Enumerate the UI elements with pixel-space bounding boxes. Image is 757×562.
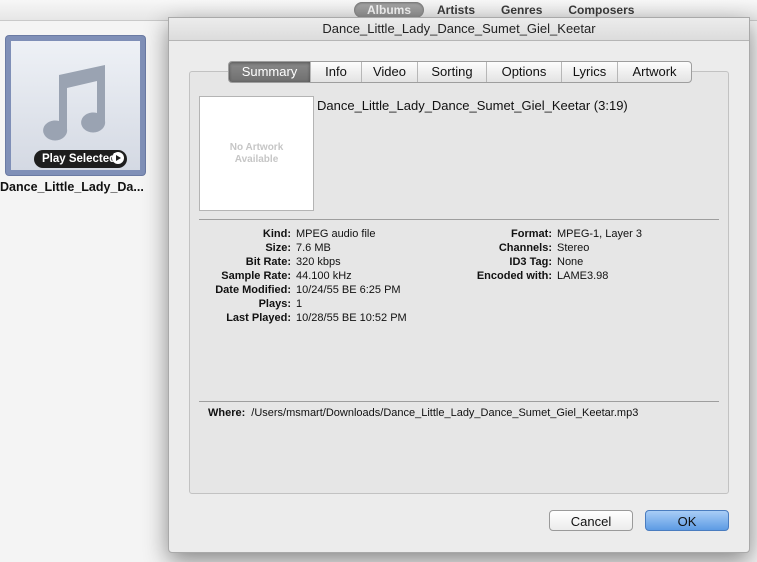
- tab-options[interactable]: Options: [486, 62, 561, 82]
- info-value: 320 kbps: [296, 256, 341, 268]
- play-selected-label: Play Selected: [42, 153, 117, 165]
- info-key: Bit Rate:: [245, 256, 291, 268]
- info-row: Size: 7.6 MB: [199, 241, 407, 255]
- info-row: Plays: 1: [199, 297, 407, 311]
- info-row: ID3 Tag: None: [449, 255, 642, 269]
- browse-tab-composers[interactable]: Composers: [555, 2, 647, 18]
- info-row: Sample Rate: 44.100 kHz: [199, 269, 407, 283]
- info-key: Encoded with:: [476, 270, 552, 282]
- album-title: Dance_Little_Lady_Da...: [0, 180, 144, 194]
- info-value: LAME3.98: [557, 270, 609, 282]
- tab-sorting[interactable]: Sorting: [417, 62, 486, 82]
- tab-video[interactable]: Video: [361, 62, 417, 82]
- file-location: Where: /Users/msmart/Downloads/Dance_Litt…: [208, 407, 638, 419]
- top-divider: [199, 219, 719, 220]
- browse-tab-artists[interactable]: Artists: [424, 2, 488, 18]
- info-value: MPEG-1, Layer 3: [557, 228, 642, 240]
- info-row: Date Modified: 10/24/55 BE 6:25 PM: [199, 283, 407, 297]
- info-key: Channels:: [498, 242, 552, 254]
- info-value: 10/28/55 BE 10:52 PM: [296, 312, 407, 324]
- info-row: Encoded with: LAME3.98: [449, 269, 642, 283]
- info-left-column: Kind: MPEG audio file Size: 7.6 MB Bit Rate:…: [199, 227, 407, 325]
- info-key: Format:: [511, 228, 552, 240]
- tab-info[interactable]: Info: [310, 62, 361, 82]
- info-key: Plays:: [258, 298, 291, 310]
- browse-segmented-control: Albums Artists Genres Composers: [354, 2, 647, 18]
- info-key: Date Modified:: [215, 284, 291, 296]
- music-note-icon: [43, 65, 106, 141]
- tab-artwork[interactable]: Artwork: [617, 62, 691, 82]
- cancel-button[interactable]: Cancel: [549, 510, 633, 531]
- play-icon: [112, 152, 124, 164]
- info-value: 10/24/55 BE 6:25 PM: [296, 284, 401, 296]
- info-key: Kind:: [262, 228, 291, 240]
- info-value: 44.100 kHz: [296, 270, 352, 282]
- dialog-title: Dance_Little_Lady_Dance_Sumet_Giel_Keeta…: [169, 18, 749, 41]
- info-row: Last Played: 10/28/55 BE 10:52 PM: [199, 311, 407, 325]
- info-right-column: Format: MPEG-1, Layer 3 Channels: Stereo ID3…: [449, 227, 642, 283]
- info-key: Last Played:: [226, 312, 291, 324]
- ok-button[interactable]: OK: [645, 510, 729, 531]
- artwork-well[interactable]: No Artwork Available: [199, 96, 314, 211]
- info-key: Sample Rate:: [221, 270, 291, 282]
- info-key: ID3 Tag:: [509, 256, 552, 268]
- where-path: /Users/msmart/Downloads/Dance_Little_Lad…: [251, 407, 639, 419]
- browse-tab-albums[interactable]: Albums: [354, 2, 425, 18]
- info-value: None: [557, 256, 584, 268]
- tab-lyrics[interactable]: Lyrics: [561, 62, 617, 82]
- no-artwork-label: No Artwork Available: [229, 142, 284, 165]
- info-value: Stereo: [557, 242, 590, 254]
- bottom-divider: [199, 401, 719, 402]
- info-row: Channels: Stereo: [449, 241, 642, 255]
- info-row: Format: MPEG-1, Layer 3: [449, 227, 642, 241]
- info-value: 1: [296, 298, 303, 310]
- info-value: 7.6 MB: [296, 242, 331, 254]
- album-artwork: Play Selected: [11, 41, 140, 170]
- info-key: Size:: [265, 242, 291, 254]
- info-row: Bit Rate: 320 kbps: [199, 255, 407, 269]
- track-heading: Dance_Little_Lady_Dance_Sumet_Giel_Keeta…: [317, 98, 628, 113]
- where-label: Where:: [208, 407, 246, 419]
- info-row: Kind: MPEG audio file: [199, 227, 407, 241]
- browse-tab-genres[interactable]: Genres: [488, 2, 555, 18]
- tab-bar: Summary Info Video Sorting Options Lyric…: [228, 61, 692, 83]
- play-selected-button[interactable]: Play Selected: [34, 150, 127, 168]
- tab-summary[interactable]: Summary: [229, 62, 310, 82]
- get-info-dialog: Dance_Little_Lady_Dance_Sumet_Giel_Keeta…: [168, 17, 750, 553]
- info-value: MPEG audio file: [296, 228, 376, 240]
- album-tile[interactable]: Play Selected: [6, 36, 145, 175]
